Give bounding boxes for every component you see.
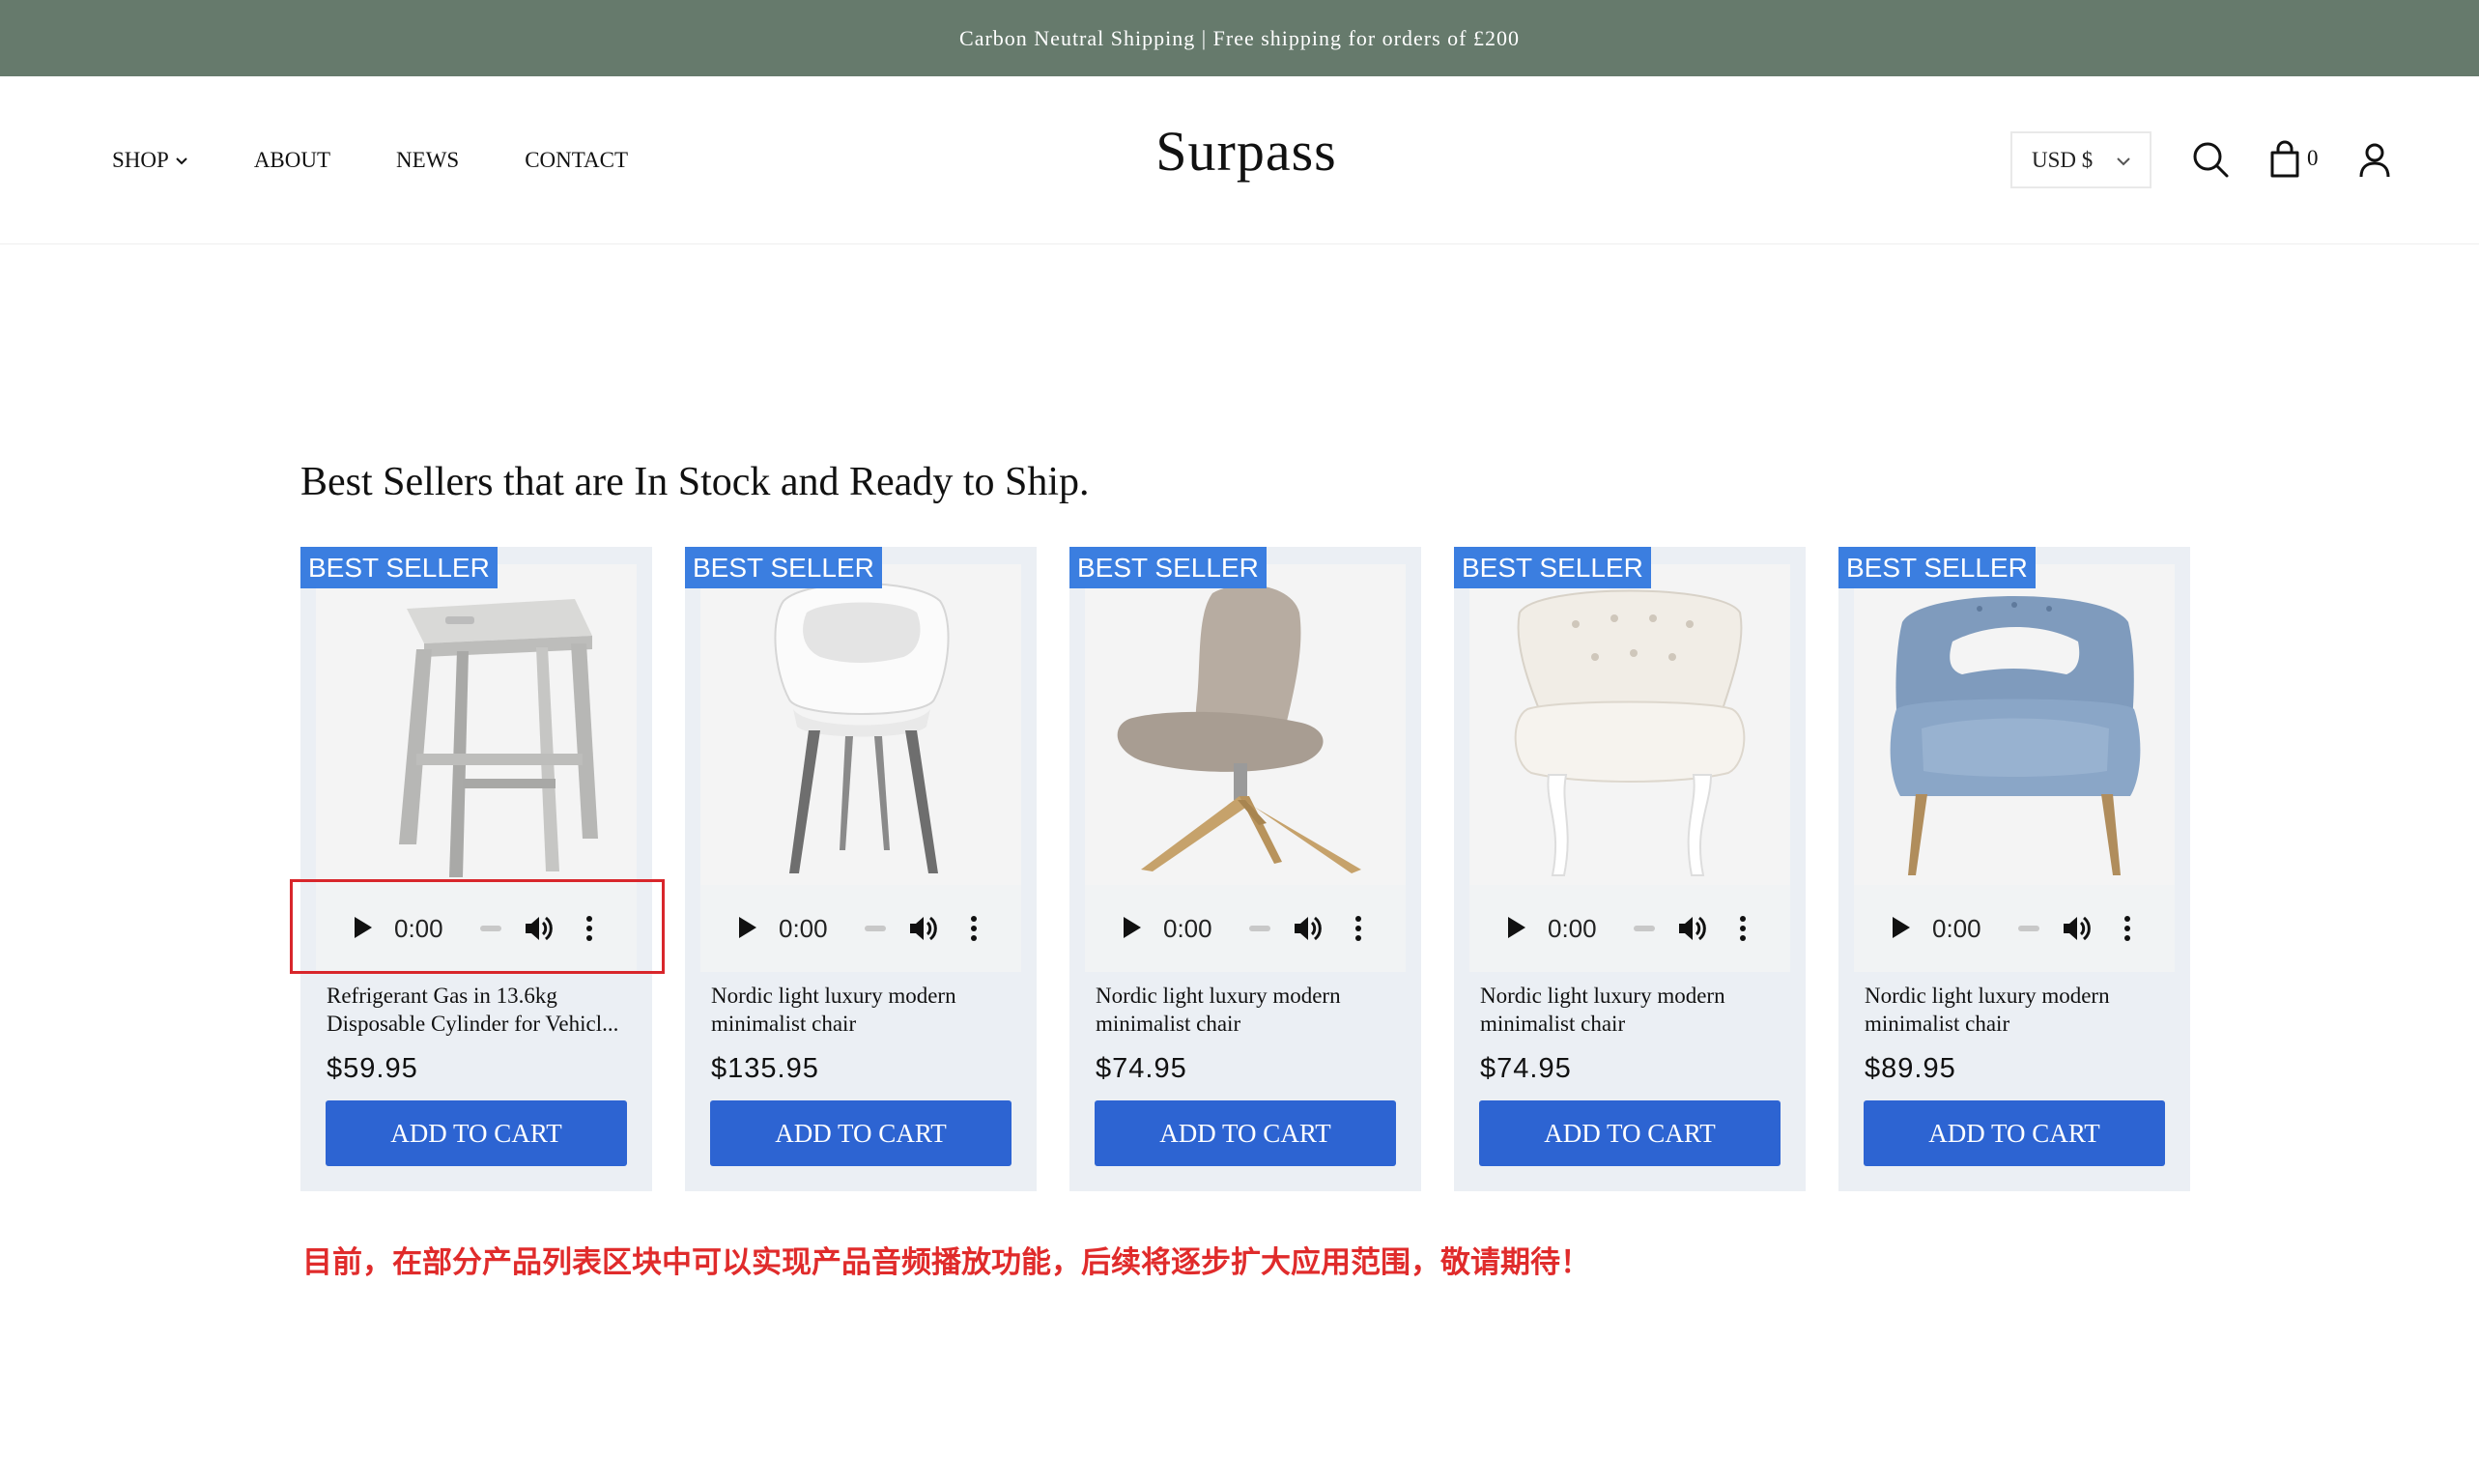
product-title[interactable]: Nordic light luxury modern minimalist ch… [711, 982, 1020, 1038]
more-options-icon[interactable] [1353, 913, 1364, 944]
audio-time: 0:00 [1548, 914, 1597, 943]
search-icon[interactable] [2189, 138, 2232, 181]
best-seller-badge: BEST SELLER [1454, 547, 1651, 588]
audio-player-highlight [290, 879, 665, 974]
stool-image [316, 564, 637, 885]
product-image[interactable] [1085, 564, 1406, 885]
add-to-cart-button[interactable]: ADD TO CART [1095, 1100, 1396, 1166]
product-card: 0:00 BEST SELLER Nordic light luxury mod… [685, 547, 1037, 1191]
product-image[interactable] [1469, 564, 1790, 885]
currency-value: USD $ [2032, 147, 2094, 172]
product-image[interactable] [1854, 564, 2175, 885]
product-card: 0:00 BEST SELLER Nordic light luxury mod… [1838, 547, 2190, 1191]
chair-image [1469, 564, 1790, 885]
chevron-down-icon [176, 157, 187, 165]
audio-feature-notice: 目前，在部分产品列表区块中可以实现产品音频播放功能，后续将逐步扩大应用范围，敬请… [302, 1245, 1590, 1280]
nav-item-shop[interactable]: SHOP [112, 148, 188, 173]
nav-item-label: ABOUT [253, 148, 331, 172]
chair-image [1854, 564, 2175, 885]
nav-item-label: NEWS [396, 148, 460, 172]
more-options-icon[interactable] [1737, 913, 1749, 944]
main-nav: SHOP ABOUT NEWS CONTACT [112, 76, 694, 244]
add-to-cart-button[interactable]: ADD TO CART [326, 1100, 627, 1166]
nav-item-contact[interactable]: CONTACT [525, 148, 628, 173]
product-price: $74.95 [1480, 1053, 1572, 1084]
play-icon[interactable] [735, 915, 758, 940]
nav-item-label: CONTACT [525, 148, 628, 172]
audio-player[interactable]: 0:00 [1469, 885, 1790, 972]
product-title[interactable]: Nordic light luxury modern minimalist ch… [1865, 982, 2174, 1038]
audio-player[interactable]: 0:00 [1085, 885, 1406, 972]
announcement-text: Carbon Neutral Shipping | Free shipping … [959, 25, 1520, 50]
product-price: $74.95 [1096, 1053, 1187, 1084]
audio-progress[interactable] [1249, 926, 1270, 931]
play-icon[interactable] [1889, 915, 1912, 940]
product-image[interactable] [700, 564, 1021, 885]
site-logo[interactable]: Surpass [1150, 119, 1343, 184]
volume-icon[interactable] [907, 913, 938, 944]
product-price: $135.95 [711, 1053, 819, 1084]
play-icon[interactable] [1504, 915, 1527, 940]
audio-progress[interactable] [865, 926, 886, 931]
audio-player[interactable]: 0:00 [1854, 885, 2175, 972]
add-to-cart-button[interactable]: ADD TO CART [1479, 1100, 1781, 1166]
product-card: 0:00 BEST SELLER Refrigerant Gas in 13.6… [300, 547, 652, 1191]
product-price: $59.95 [327, 1053, 418, 1084]
chair-image [1085, 564, 1406, 885]
audio-progress[interactable] [2018, 926, 2039, 931]
audio-player[interactable]: 0:00 [700, 885, 1021, 972]
product-card: 0:00 BEST SELLER Nordic light luxury mod… [1454, 547, 1806, 1191]
site-header: SHOP ABOUT NEWS CONTACT Surpass USD $ 0 [0, 76, 2479, 244]
product-price: $89.95 [1865, 1053, 1956, 1084]
currency-selector[interactable]: USD $ [2010, 131, 2151, 188]
volume-icon[interactable] [1292, 913, 1323, 944]
account-icon[interactable] [2353, 138, 2396, 181]
audio-time: 0:00 [779, 914, 828, 943]
best-seller-badge: BEST SELLER [1838, 547, 2036, 588]
chevron-down-icon [2117, 157, 2130, 166]
nav-item-news[interactable]: NEWS [396, 148, 459, 173]
cart-icon[interactable] [2264, 138, 2306, 181]
product-image[interactable] [316, 564, 637, 885]
product-title[interactable]: Nordic light luxury modern minimalist ch… [1096, 982, 1405, 1038]
best-seller-badge: BEST SELLER [685, 547, 882, 588]
add-to-cart-button[interactable]: ADD TO CART [710, 1100, 1012, 1166]
nav-item-about[interactable]: ABOUT [254, 148, 330, 173]
volume-icon[interactable] [2061, 913, 2092, 944]
product-card: 0:00 BEST SELLER Nordic light luxury mod… [1069, 547, 1421, 1191]
best-seller-badge: BEST SELLER [1069, 547, 1267, 588]
announcement-bar: Carbon Neutral Shipping | Free shipping … [0, 0, 2479, 76]
cart-count: 0 [2307, 146, 2319, 170]
play-icon[interactable] [1120, 915, 1143, 940]
add-to-cart-button[interactable]: ADD TO CART [1864, 1100, 2165, 1166]
product-title[interactable]: Nordic light luxury modern minimalist ch… [1480, 982, 1789, 1038]
chair-image [700, 564, 1021, 885]
more-options-icon[interactable] [2122, 913, 2133, 944]
audio-time: 0:00 [1163, 914, 1212, 943]
audio-time: 0:00 [1932, 914, 1981, 943]
section-title: Best Sellers that are In Stock and Ready… [300, 460, 1090, 504]
nav-item-label: SHOP [112, 148, 169, 172]
best-seller-badge: BEST SELLER [300, 547, 498, 588]
audio-progress[interactable] [1634, 926, 1655, 931]
volume-icon[interactable] [1676, 913, 1707, 944]
more-options-icon[interactable] [968, 913, 980, 944]
product-title[interactable]: Refrigerant Gas in 13.6kg Disposable Cyl… [327, 982, 636, 1038]
